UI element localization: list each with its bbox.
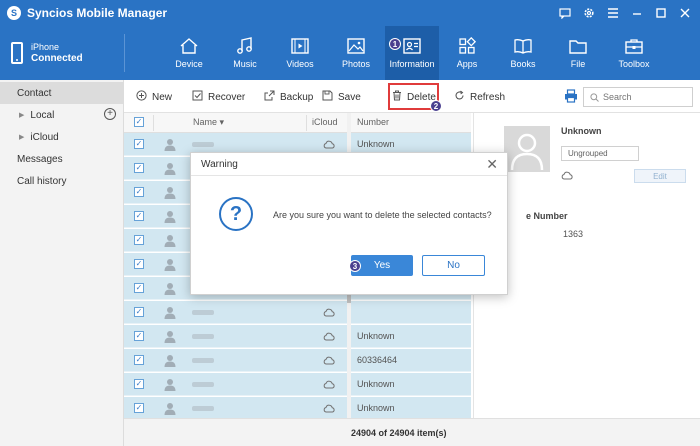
- dialog-header: Warning ✕: [191, 153, 507, 176]
- nav-label: Device: [175, 59, 203, 69]
- sidebar-item-local[interactable]: ▶ Local +: [0, 104, 124, 126]
- maximize-icon[interactable]: [654, 6, 668, 20]
- app-title: Syncios Mobile Manager: [27, 6, 168, 20]
- device-status: Connected: [31, 53, 83, 64]
- nav-label: Photos: [341, 59, 371, 69]
- nav-information[interactable]: Information 1: [385, 26, 439, 80]
- toolbar: New Recover Backup Save Delete 2 Refresh: [124, 80, 700, 113]
- recover-button[interactable]: Recover: [192, 88, 245, 106]
- dialog-title: Warning: [201, 159, 238, 170]
- search-box[interactable]: [583, 87, 693, 107]
- apps-grid-icon: [459, 37, 477, 54]
- title-bar: S Syncios Mobile Manager: [0, 0, 700, 26]
- nav-apps[interactable]: Apps: [440, 26, 494, 80]
- film-icon: [291, 38, 309, 54]
- close-icon[interactable]: ✕: [486, 156, 498, 173]
- new-button-label: New: [152, 91, 173, 103]
- nav-divider: [124, 34, 125, 72]
- sidebar-item-icloud[interactable]: ▶ iCloud: [0, 126, 124, 148]
- sidebar-item-label: Contact: [17, 87, 52, 99]
- nav-books[interactable]: Books: [496, 26, 550, 80]
- nav-music[interactable]: Music: [218, 26, 272, 80]
- sidebar-item-messages[interactable]: Messages: [0, 148, 124, 170]
- sidebar-item-label: Call history: [17, 175, 67, 187]
- nav-label: File: [570, 59, 586, 69]
- sidebar-item-label: Messages: [17, 153, 63, 165]
- trash-icon: [392, 90, 402, 104]
- save-disk-icon: [322, 90, 333, 104]
- new-button[interactable]: New: [136, 88, 172, 106]
- main-nav: iPhone Connected Device Music Videos Pho…: [0, 26, 700, 80]
- nav-label: Books: [510, 59, 536, 69]
- item-count: 24904 of 24904 item(s): [351, 428, 447, 438]
- device-name: iPhone: [31, 42, 60, 52]
- refresh-button-label: Refresh: [470, 91, 506, 103]
- no-button[interactable]: No: [422, 255, 485, 276]
- recover-icon: [192, 90, 203, 104]
- recover-button-label: Recover: [208, 91, 246, 103]
- nav-label: Videos: [286, 59, 314, 69]
- nav-label: Apps: [456, 59, 478, 69]
- refresh-icon: [454, 90, 465, 104]
- save-button-label: Save: [338, 91, 361, 103]
- sidebar-item-label: Local: [30, 109, 55, 121]
- nav-photos[interactable]: Photos: [329, 26, 383, 80]
- expand-arrow-icon[interactable]: ▶: [19, 133, 24, 141]
- toolbox-icon: [625, 39, 643, 54]
- nav-toolbox[interactable]: Toolbox: [607, 26, 661, 80]
- book-icon: [514, 39, 532, 54]
- refresh-button[interactable]: Refresh: [454, 88, 505, 106]
- window-controls: [558, 0, 692, 26]
- app-logo-icon: S: [7, 6, 21, 20]
- close-window-icon[interactable]: [678, 6, 692, 20]
- expand-arrow-icon[interactable]: ▶: [19, 111, 24, 119]
- question-icon: ?: [219, 197, 253, 231]
- dialog-message: Are you sure you want to delete the sele…: [273, 210, 492, 220]
- nav-label: Music: [233, 59, 257, 69]
- nav-file[interactable]: File: [551, 26, 605, 80]
- export-icon: [264, 90, 275, 104]
- backup-button-label: Backup: [280, 91, 314, 103]
- nav-videos[interactable]: Videos: [273, 26, 327, 80]
- sidebar-item-call-history[interactable]: Call history: [0, 170, 124, 192]
- nav-label: Toolbox: [618, 59, 650, 69]
- step-badge: 2: [430, 100, 442, 112]
- feedback-icon[interactable]: [558, 6, 572, 20]
- phone-icon: [11, 42, 23, 64]
- backup-button[interactable]: Backup: [264, 88, 313, 106]
- nav-device[interactable]: Device: [162, 26, 216, 80]
- menu-icon[interactable]: [606, 6, 620, 20]
- sidebar-item-label: iCloud: [30, 131, 59, 143]
- settings-gear-icon[interactable]: [582, 6, 596, 20]
- print-icon[interactable]: [564, 89, 578, 103]
- device-panel[interactable]: iPhone Connected: [0, 26, 124, 80]
- status-bar: 24904 of 24904 item(s): [124, 418, 700, 446]
- music-note-icon: [237, 37, 252, 54]
- folder-icon: [569, 40, 587, 54]
- sidebar: Contact ▶ Local + ▶ iCloud Messages Call…: [0, 80, 124, 446]
- contact-card-icon: [403, 38, 421, 54]
- search-input[interactable]: [603, 92, 683, 102]
- home-icon: [180, 38, 198, 54]
- save-button[interactable]: Save: [322, 88, 361, 106]
- warning-dialog: Warning ✕ ? Are you sure you want to del…: [190, 152, 508, 295]
- nav-label: Information: [389, 59, 435, 69]
- image-icon: [347, 38, 365, 54]
- search-icon: [590, 92, 599, 102]
- sidebar-item-contact[interactable]: Contact: [0, 82, 124, 104]
- plus-circle-icon: [136, 90, 147, 104]
- step-badge: 1: [389, 38, 401, 50]
- step-badge: 3: [349, 260, 361, 272]
- minimize-icon[interactable]: [630, 6, 644, 20]
- add-group-icon[interactable]: +: [104, 108, 116, 120]
